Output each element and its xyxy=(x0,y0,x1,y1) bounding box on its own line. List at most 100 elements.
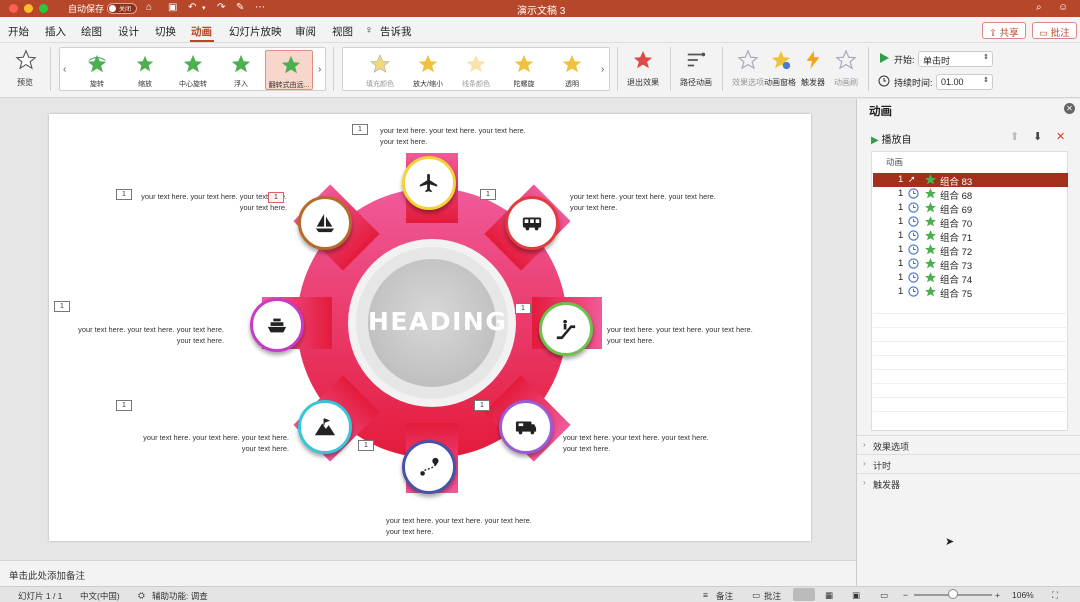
slideshow-icon[interactable]: ▭ xyxy=(880,590,888,601)
undo-icon[interactable]: ↶ xyxy=(188,2,196,13)
gallery-scroll-left-icon[interactable]: ‹ xyxy=(63,64,66,75)
text-left[interactable]: your text here. your text here. your tex… xyxy=(76,325,224,346)
redo-icon[interactable]: ↷ xyxy=(217,2,225,13)
close-icon[interactable]: ✕ xyxy=(1064,103,1075,114)
notes-pane[interactable]: 单击此处添加备注 xyxy=(0,560,856,586)
play-from-button[interactable]: ▶ 播放自 xyxy=(871,131,911,146)
notes-placeholder[interactable]: 单击此处添加备注 xyxy=(9,568,85,582)
tell-me-search[interactable]: 告诉我 xyxy=(380,24,412,39)
tab-home[interactable]: 开始 xyxy=(8,24,29,39)
tab-insert[interactable]: 插入 xyxy=(45,24,66,39)
ship-circle[interactable] xyxy=(250,298,304,352)
text-lower-left[interactable]: your text here. your text here. your tex… xyxy=(141,433,289,454)
zoom-level[interactable]: 106% xyxy=(1012,590,1034,600)
edit-icon[interactable]: ✎ xyxy=(236,2,244,13)
tab-draw[interactable]: 绘图 xyxy=(81,24,102,39)
minimize-window-button[interactable] xyxy=(24,4,33,13)
move-down-icon[interactable]: ⬇ xyxy=(1033,130,1042,143)
tab-transitions[interactable]: 切换 xyxy=(155,24,176,39)
duration-input[interactable]: 01.00 ⇕ xyxy=(936,74,993,90)
text-upper-right[interactable]: your text here. your text here. your tex… xyxy=(570,192,720,213)
effect-grow-shrink[interactable]: 放大/缩小 xyxy=(403,50,453,90)
animation-badge[interactable]: 1 xyxy=(515,303,531,314)
animation-badge[interactable]: 1 xyxy=(116,189,132,200)
airplane-circle[interactable] xyxy=(402,156,456,210)
text-bottom[interactable]: your text here. your text here. your tex… xyxy=(386,516,536,537)
tab-animations[interactable]: 动画 xyxy=(191,24,212,39)
camper-circle[interactable] xyxy=(499,400,553,454)
comments-toggle[interactable]: 批注 xyxy=(764,590,781,602)
reading-view-icon[interactable]: ▣ xyxy=(852,590,860,601)
animation-badge[interactable]: 1 xyxy=(54,301,70,312)
normal-view-button[interactable] xyxy=(793,588,815,601)
section-triggers[interactable]: › 触发器 xyxy=(857,473,1080,492)
zoom-slider-thumb[interactable] xyxy=(948,589,958,599)
mountain-circle[interactable] xyxy=(298,400,352,454)
effect-float-in[interactable]: 浮入 xyxy=(216,50,266,90)
animation-painter-button[interactable]: 动画刷 xyxy=(823,46,869,94)
animation-badge[interactable]: 1 xyxy=(352,124,368,135)
gallery-scroll-right-icon[interactable]: › xyxy=(601,64,604,75)
tab-design[interactable]: 设计 xyxy=(118,24,139,39)
zoom-window-button[interactable] xyxy=(39,4,48,13)
escalator-circle[interactable] xyxy=(539,302,593,356)
tab-slideshow[interactable]: 幻灯片放映 xyxy=(229,24,282,39)
effect-spin[interactable]: 陀螺旋 xyxy=(499,50,549,90)
heading-text[interactable]: HEADING xyxy=(368,307,506,336)
animation-list-item[interactable]: 1 组合 73 xyxy=(873,257,1068,272)
route-circle[interactable] xyxy=(402,440,456,494)
effect-transparency[interactable]: 透明 xyxy=(547,50,597,90)
home-icon[interactable]: ⌂ xyxy=(146,2,152,13)
fit-to-window-icon[interactable]: ⛶ xyxy=(1052,590,1058,601)
close-window-button[interactable] xyxy=(9,4,18,13)
animation-list-item[interactable]: 1 组合 71 xyxy=(873,229,1068,244)
share-button[interactable]: ⇪ 共享 xyxy=(982,22,1026,39)
animation-list-item[interactable]: 1 组合 68 xyxy=(873,187,1068,202)
exit-effects-button[interactable]: 退出效果 xyxy=(620,46,666,94)
animation-list-item[interactable]: 1 组合 75 xyxy=(873,285,1068,300)
motion-path-button[interactable]: 路径动画 xyxy=(673,46,719,94)
slide-canvas[interactable]: HEADING your text here. your text here. … xyxy=(49,114,811,541)
tab-view[interactable]: 视图 xyxy=(332,24,353,39)
text-top[interactable]: your text here. your text here. your tex… xyxy=(380,126,530,147)
effect-rotate[interactable]: 旋转 xyxy=(72,50,122,90)
animation-badge[interactable]: 1 xyxy=(116,400,132,411)
zoom-in-icon[interactable]: + xyxy=(995,590,1000,600)
animation-list-item[interactable]: 1 ➚ 组合 83 xyxy=(873,173,1068,188)
animation-badge[interactable]: 1 xyxy=(474,400,490,411)
tab-review[interactable]: 审阅 xyxy=(295,24,316,39)
undo-dropdown-icon[interactable]: ▾ xyxy=(202,4,206,12)
start-select[interactable]: 单击时 ⇕ xyxy=(918,51,993,67)
text-upper-left[interactable]: your text here. your text here. your tex… xyxy=(139,192,287,213)
gallery-scroll-right-icon[interactable]: › xyxy=(318,64,321,75)
animation-list-item[interactable]: 1 组合 70 xyxy=(873,215,1068,230)
animation-badge-selected[interactable]: 1 xyxy=(268,192,284,203)
text-lower-right[interactable]: your text here. your text here. your tex… xyxy=(563,433,713,454)
autosave-toggle[interactable]: 关闭 xyxy=(107,3,137,14)
move-up-icon[interactable]: ⬆ xyxy=(1010,130,1019,143)
animation-badge[interactable]: 1 xyxy=(358,440,374,451)
animation-list-item[interactable]: 1 组合 74 xyxy=(873,271,1068,286)
effect-center-rotate[interactable]: 中心旋转 xyxy=(168,50,218,90)
sailboat-circle[interactable] xyxy=(298,196,352,250)
animation-badge[interactable]: 1 xyxy=(480,189,496,200)
preview-button[interactable]: 预览 xyxy=(3,46,47,94)
slide-sorter-icon[interactable]: ▦ xyxy=(825,590,833,601)
comments-button[interactable]: ▭ 批注 xyxy=(1032,22,1077,39)
animation-list-item[interactable]: 1 组合 69 xyxy=(873,201,1068,216)
effect-line-color[interactable]: 线条颜色 xyxy=(451,50,501,90)
delete-icon[interactable]: ✕ xyxy=(1056,130,1065,143)
bus-circle[interactable] xyxy=(505,196,559,250)
effect-flip-from-far[interactable]: 翻转式由远... xyxy=(265,50,313,90)
save-icon[interactable]: ▣ xyxy=(168,2,177,13)
animation-list-item[interactable]: 1 组合 72 xyxy=(873,243,1068,258)
zoom-out-icon[interactable]: − xyxy=(903,590,908,600)
accessibility-status[interactable]: 辅助功能: 调查 xyxy=(152,590,208,602)
effect-fill-color[interactable]: 填充颜色 xyxy=(355,50,405,90)
account-icon[interactable]: ☺ xyxy=(1058,2,1068,13)
search-icon[interactable]: ⌕ xyxy=(1036,2,1042,13)
more-icon[interactable]: ⋯ xyxy=(255,2,265,13)
notes-toggle[interactable]: 备注 xyxy=(716,590,733,602)
section-effect-options[interactable]: › 效果选项 xyxy=(857,435,1080,454)
text-right[interactable]: your text here. your text here. your tex… xyxy=(607,325,757,346)
